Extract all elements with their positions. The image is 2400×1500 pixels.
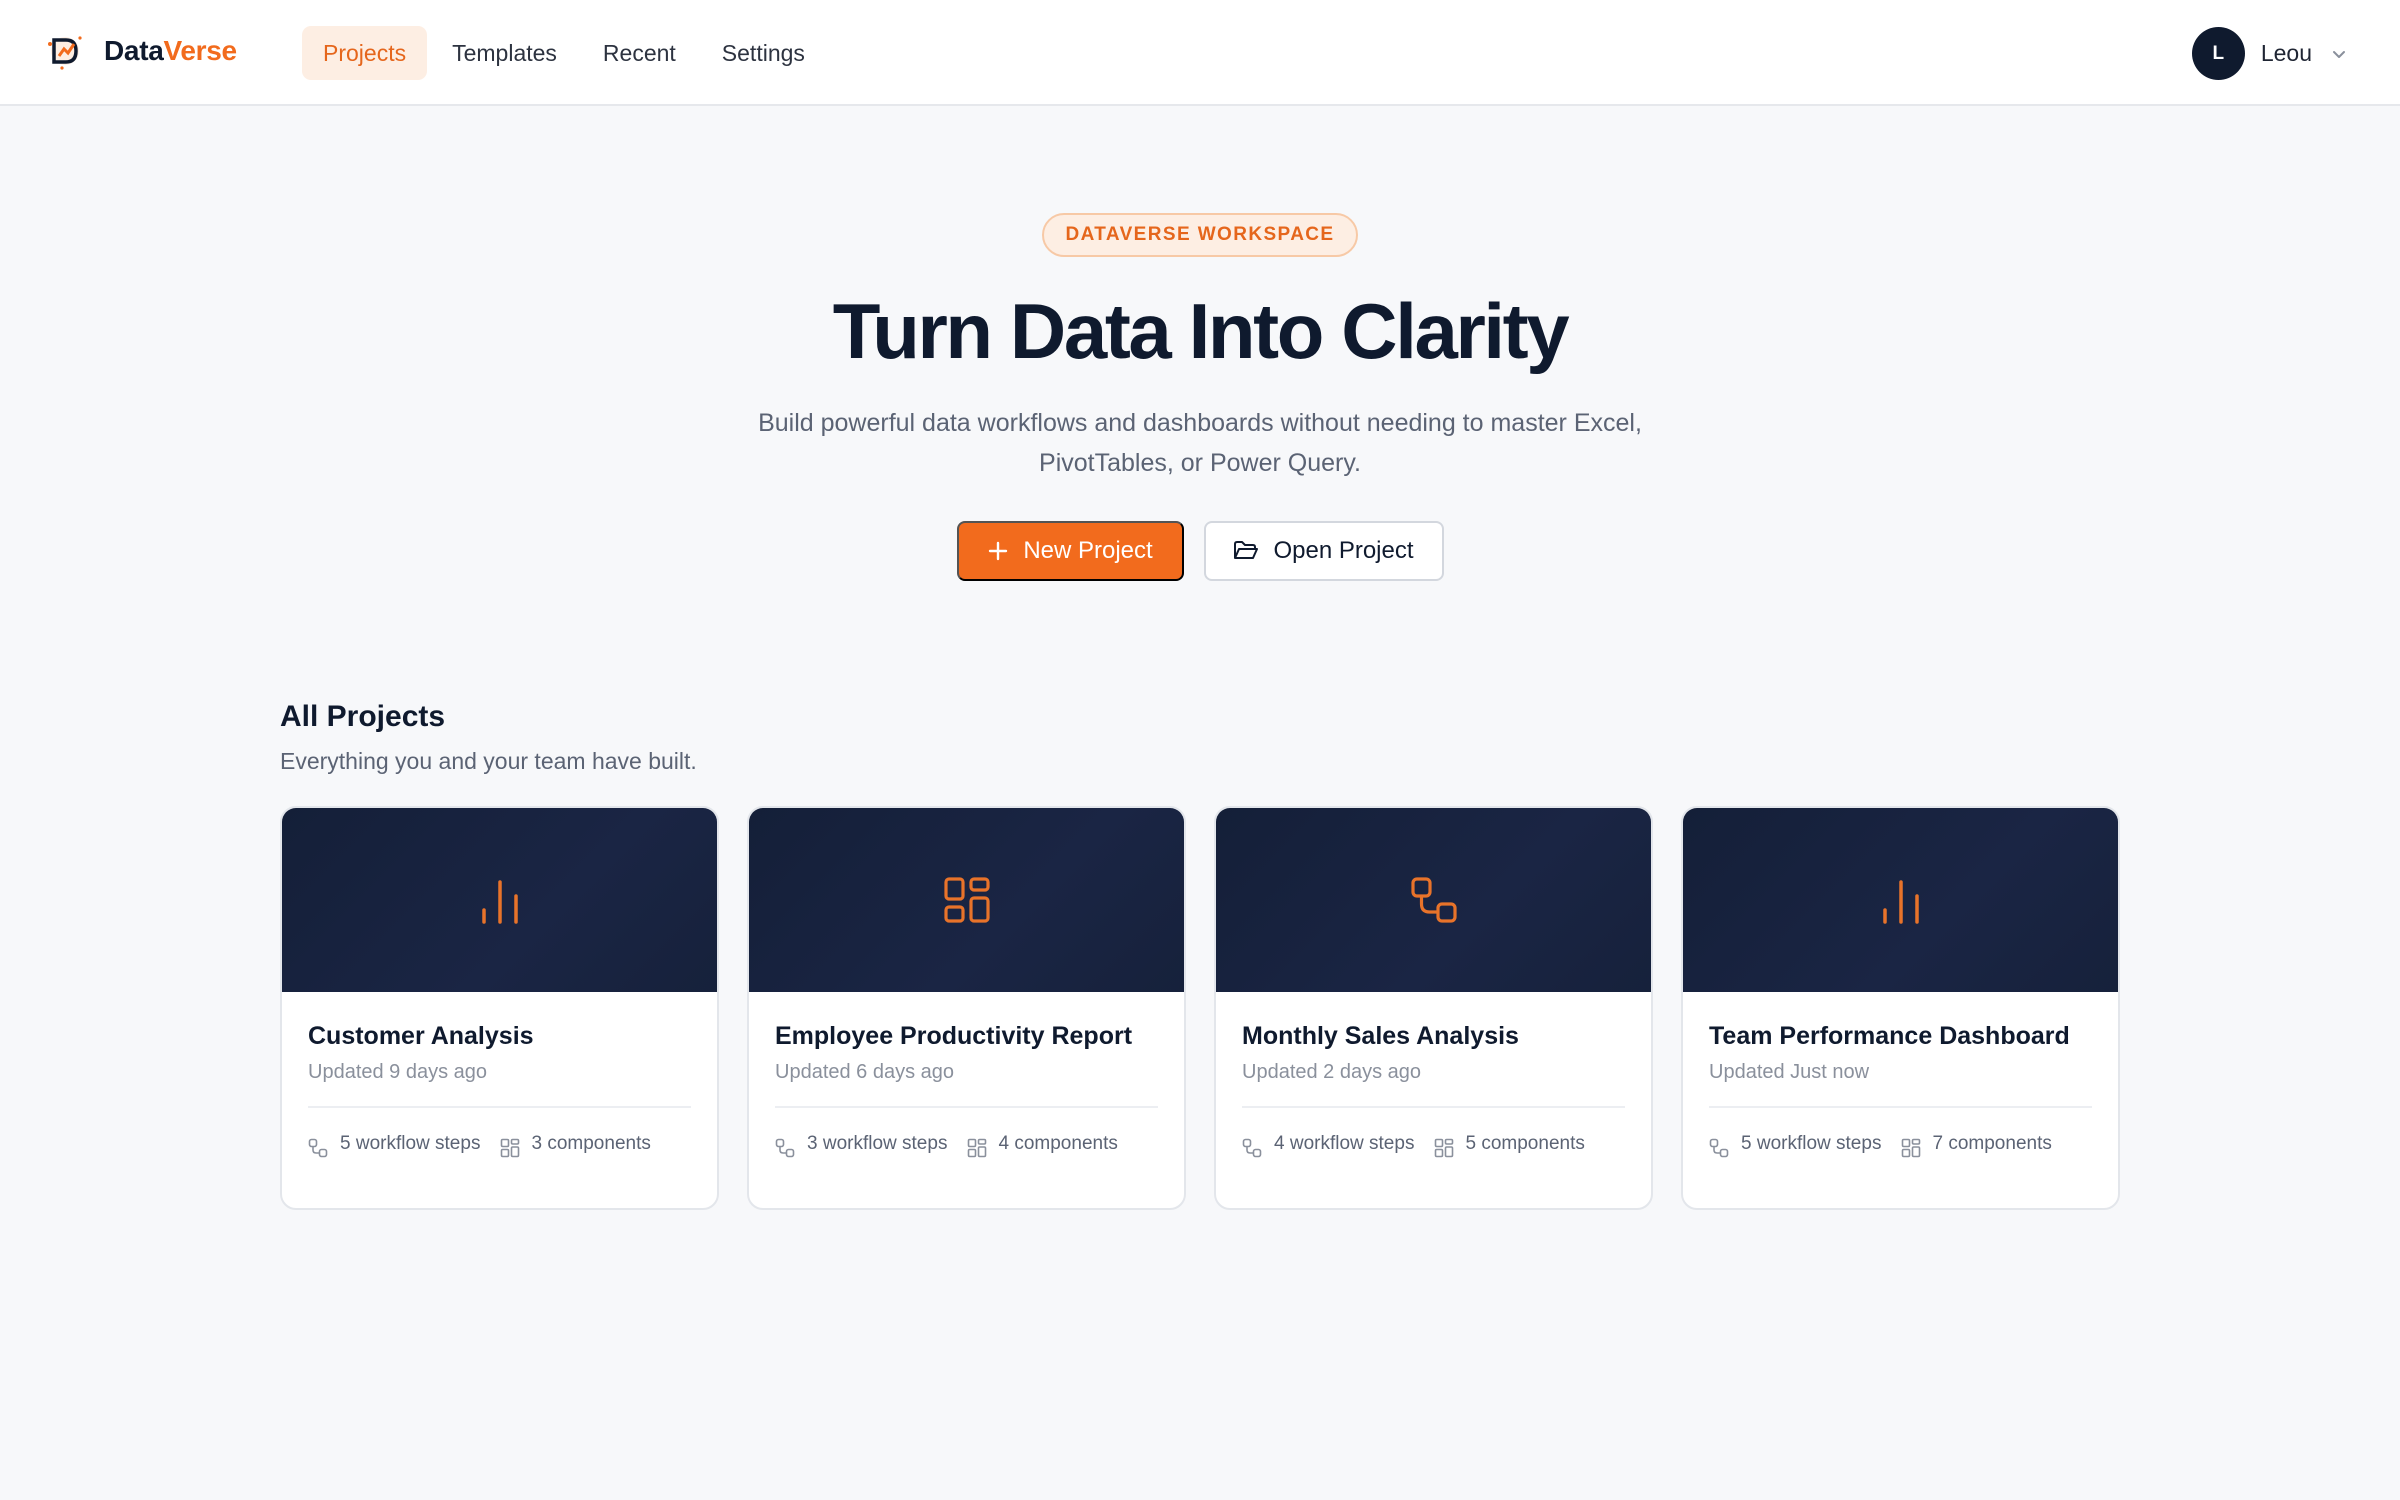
open-project-label: Open Project [1273,536,1414,564]
chevron-down-icon [2333,50,2345,58]
folder-open-icon [1234,540,1259,559]
components-grid-icon [1434,1138,1453,1158]
workflow-steps-stat: 5 workflow steps [1709,1130,1901,1158]
project-card[interactable]: Employee Productivity Report Updated 6 d… [747,806,1186,1210]
divider [1709,1106,2092,1108]
workflow-icon [1242,1138,1262,1158]
project-name: Employee Productivity Report [775,1022,1133,1050]
hero-section: DATAVERSE WORKSPACE Turn Data Into Clari… [0,106,2400,581]
divider [775,1106,1158,1108]
hero-subtitle: Build powerful data workflows and dashbo… [758,408,1642,477]
workflow-steps-stat: 3 workflow steps [775,1130,967,1158]
components-text: 4 components [998,1133,1118,1154]
project-name: Customer Analysis [308,1022,534,1050]
new-project-button[interactable]: New Project [956,520,1184,581]
workflow-steps-text: 3 workflow steps [807,1133,948,1154]
hero-title: Turn Data Into Clarity [832,287,1570,375]
components-text: 3 components [531,1133,651,1154]
project-card[interactable]: Monthly Sales Analysis Updated 2 days ag… [1214,806,1653,1210]
components-grid-icon [967,1138,986,1158]
main-nav: Projects Templates Recent Settings [302,26,830,80]
app-name: DataVerse [104,35,237,66]
open-project-button[interactable]: Open Project [1203,520,1444,581]
nav-item-projects[interactable]: Projects [302,26,428,80]
bar-chart-icon [481,880,518,924]
project-updated: Updated 2 days ago [1242,1061,1422,1083]
project-updated: Updated 9 days ago [308,1061,488,1083]
all-projects-section: All Projects Everything you and your tea… [280,700,2120,1210]
project-stats: 5 workflow steps 7 components [1709,1130,2092,1158]
workflow-steps-stat: 5 workflow steps [308,1130,500,1158]
nav-item-settings[interactable]: Settings [701,26,826,80]
nav-item-templates[interactable]: Templates [431,26,578,80]
project-card-banner [1216,808,1651,992]
project-name: Team Performance Dashboard [1709,1022,2070,1050]
plus-icon [989,541,1008,560]
workflow-steps-text: 5 workflow steps [340,1133,481,1154]
project-card-banner [282,808,717,992]
project-stats: 3 workflow steps 4 components [775,1130,1158,1158]
divider [308,1106,691,1108]
project-card[interactable]: Team Performance Dashboard Updated Just … [1681,806,2120,1210]
project-updated: Updated 6 days ago [775,1061,955,1083]
divider [1242,1106,1625,1108]
components-grid-icon [500,1138,519,1158]
components-stat: 7 components [1901,1130,2093,1158]
workflow-icon [1410,877,1457,923]
project-card-banner [1683,808,2118,992]
dashboard-grid-icon [943,877,990,923]
workflow-icon [308,1138,328,1158]
top-navigation-bar: DataVerse Projects Templates Recent Sett… [0,0,2400,106]
components-stat: 5 components [1434,1130,1626,1158]
workspace-badge: DATAVERSE WORKSPACE [1042,213,1358,257]
user-menu[interactable]: L Leou [2191,27,2348,80]
project-stats: 5 workflow steps 3 components [308,1130,691,1158]
avatar: L [2191,27,2245,80]
bar-chart-icon [1882,880,1919,924]
workflow-icon [1709,1138,1729,1158]
workflow-steps-stat: 4 workflow steps [1242,1130,1434,1158]
project-updated: Updated Just now [1709,1061,1870,1083]
project-card[interactable]: Customer Analysis Updated 9 days ago 5 w… [280,806,719,1210]
workflow-icon [775,1138,795,1158]
app-logo[interactable]: DataVerse [44,30,237,72]
workflow-steps-text: 5 workflow steps [1741,1133,1882,1154]
section-title: All Projects [280,700,446,733]
components-text: 5 components [1465,1133,1585,1154]
components-text: 7 components [1932,1133,2052,1154]
user-name: Leou [2260,40,2312,66]
dataverse-logo-icon [48,36,82,70]
new-project-label: New Project [1023,536,1153,564]
components-stat: 4 components [967,1130,1159,1158]
components-stat: 3 components [500,1130,692,1158]
workflow-steps-text: 4 workflow steps [1274,1133,1415,1154]
components-grid-icon [1901,1138,1920,1158]
project-stats: 4 workflow steps 5 components [1242,1130,1625,1158]
project-card-banner [749,808,1184,992]
nav-item-recent[interactable]: Recent [582,26,697,80]
hero-actions: New Project Open Project [0,520,2400,581]
section-subtitle: Everything you and your team have built. [280,748,697,774]
project-grid: Customer Analysis Updated 9 days ago 5 w… [280,806,2120,1210]
project-name: Monthly Sales Analysis [1242,1022,1519,1050]
